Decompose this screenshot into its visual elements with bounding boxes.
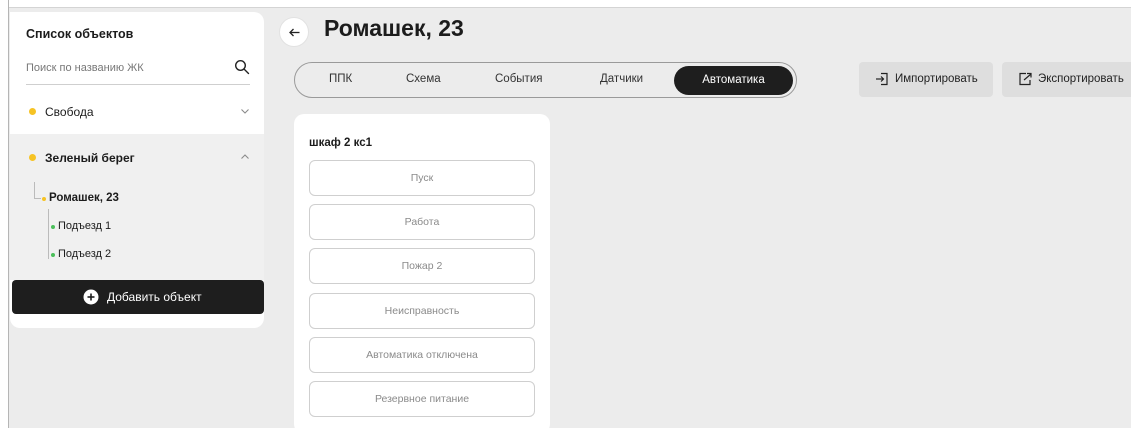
group-label: Зеленый берег: [45, 151, 135, 165]
sidebar-title: Список объектов: [26, 27, 134, 41]
group-status-dot: [29, 154, 36, 161]
tab-events[interactable]: События: [495, 73, 542, 85]
page-title: Ромашек, 23: [324, 15, 464, 41]
object-label: Ромашек, 23: [49, 192, 119, 204]
object-list-sidebar: Список объектов Свобода Зеленый берег Ро…: [10, 12, 264, 328]
tab-sensors[interactable]: Датчики: [600, 73, 643, 85]
tree-connector: [48, 209, 49, 259]
state-start[interactable]: Пуск: [309, 160, 535, 196]
state-automation-off[interactable]: Автоматика отключена: [309, 337, 535, 373]
tab-automation[interactable]: Автоматика: [674, 66, 793, 95]
tab-scheme[interactable]: Схема: [406, 73, 441, 85]
export-label: Экспортировать: [1038, 73, 1124, 85]
export-icon: [1019, 72, 1032, 86]
tab-bar: ППК Схема События Датчики Автоматика: [294, 62, 797, 98]
tree-connector: [34, 198, 41, 199]
import-label: Импортировать: [895, 73, 978, 85]
entrance-label: Подъезд 1: [58, 220, 112, 232]
chevron-down-icon[interactable]: [240, 106, 250, 116]
arrow-left-icon: [289, 28, 300, 37]
search-icon[interactable]: [234, 59, 250, 75]
state-fault[interactable]: Неисправность: [309, 293, 535, 329]
add-object-label: Добавить объект: [107, 290, 202, 304]
cabinet-title: шкаф 2 кс1: [309, 137, 372, 149]
tab-ppk[interactable]: ППК: [329, 73, 352, 85]
search-box: [26, 55, 250, 85]
window-top-edge: [0, 0, 1131, 8]
state-backup-power[interactable]: Резервное питание: [309, 381, 535, 417]
back-button[interactable]: [279, 17, 309, 47]
state-working[interactable]: Работа: [309, 204, 535, 240]
group-status-dot: [29, 108, 36, 115]
window-left-edge: [0, 0, 9, 428]
state-fire-2[interactable]: Пожар 2: [309, 248, 535, 284]
export-button[interactable]: Экспортировать: [1002, 62, 1131, 97]
entrance-status-dot: [51, 225, 55, 229]
import-button[interactable]: Импортировать: [859, 62, 993, 97]
group-svoboda[interactable]: Свобода: [10, 96, 264, 128]
object-status-dot: [42, 197, 46, 201]
group-label: Свобода: [45, 105, 94, 119]
chevron-up-icon[interactable]: [240, 152, 250, 162]
import-icon: [876, 72, 888, 86]
automation-panel: шкаф 2 кс1 Пуск Работа Пожар 2 Неисправн…: [294, 114, 550, 428]
group-zeleny-bereg[interactable]: Зеленый берег: [10, 142, 264, 174]
entrance-status-dot: [51, 253, 55, 257]
add-object-button[interactable]: Добавить объект: [12, 280, 264, 314]
entrance-label: Подъезд 2: [58, 248, 112, 260]
tree-connector: [34, 182, 35, 199]
plus-circle-icon: [83, 289, 99, 305]
search-input[interactable]: [26, 55, 226, 81]
